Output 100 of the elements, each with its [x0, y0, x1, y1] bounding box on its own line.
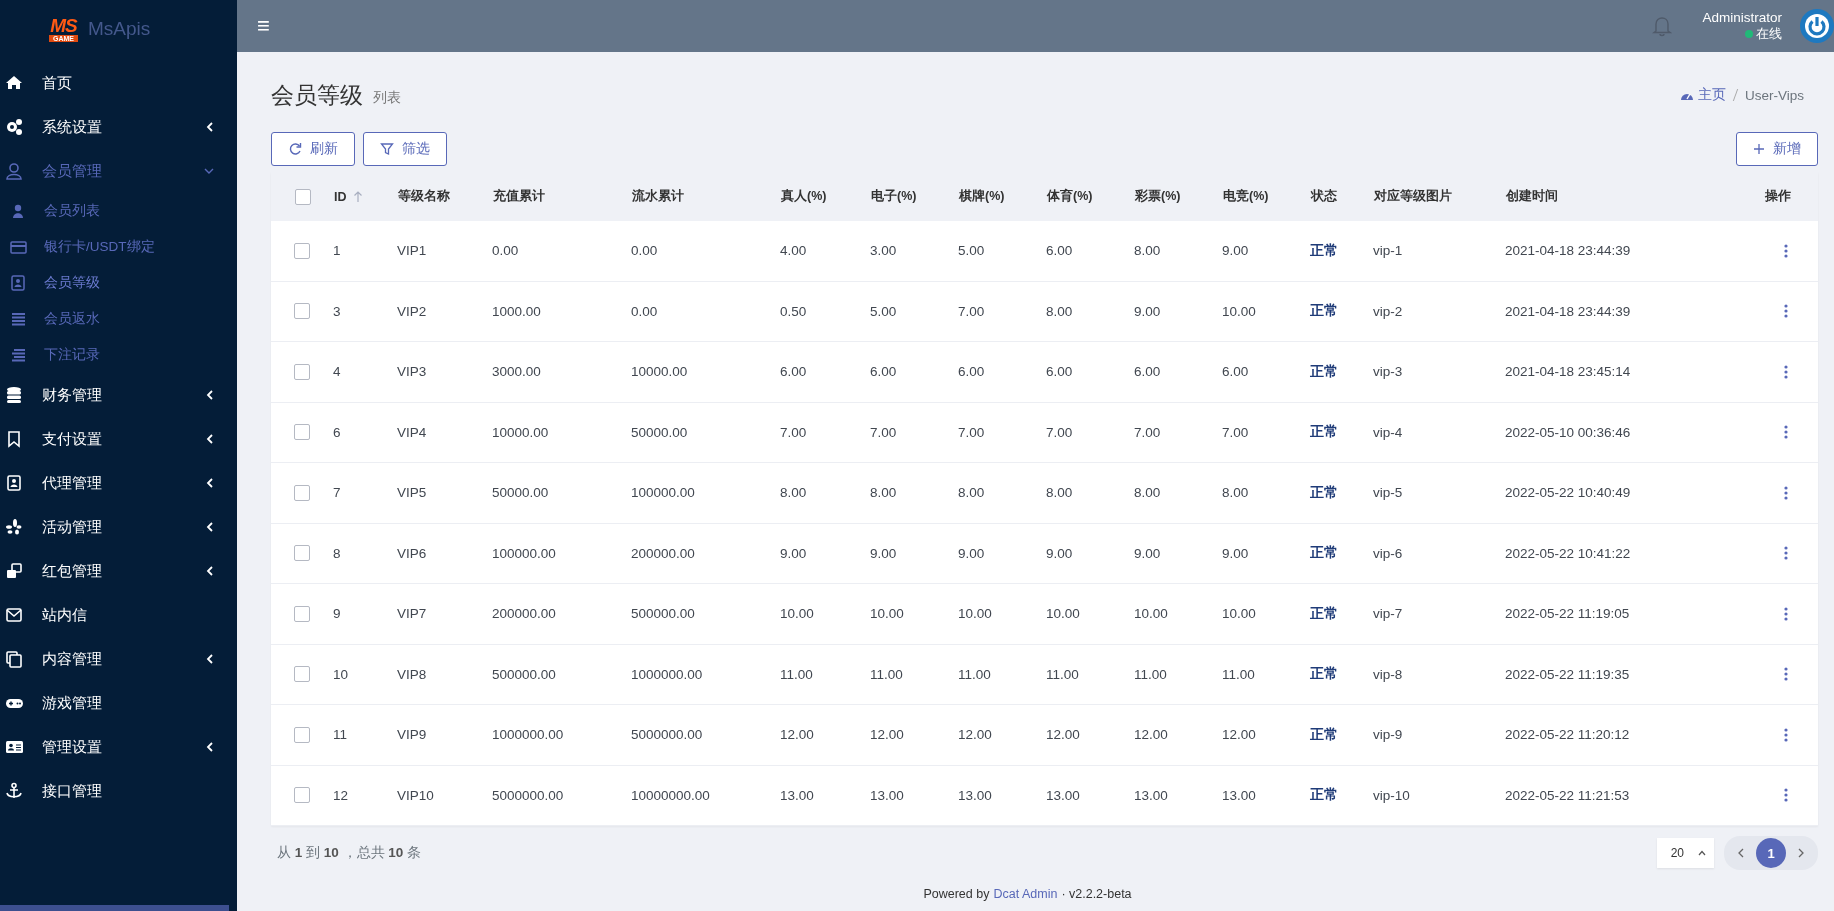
table-cell: 7.00: [780, 424, 807, 440]
column-header: 电子(%): [871, 188, 917, 205]
status-label: 正常: [1310, 423, 1338, 442]
table-cell: 10.00: [958, 606, 992, 622]
table-cell: VIP7: [397, 606, 427, 622]
contact-card-icon: [5, 474, 23, 492]
table-cell: vip-2: [1373, 303, 1403, 319]
sidebar-item[interactable]: 接口管理: [0, 769, 237, 813]
sidebar-item[interactable]: 管理设置: [0, 725, 237, 769]
list-icon: [10, 311, 27, 327]
status-label: 正常: [1310, 483, 1338, 502]
table-cell: 12.00: [958, 727, 992, 743]
page-button[interactable]: 1: [1756, 838, 1786, 868]
table-cell: 6.00: [1134, 364, 1161, 380]
table-cell: 5000000.00: [492, 787, 564, 803]
table-cell: 12.00: [1046, 727, 1080, 743]
sidebar-item[interactable]: 首页: [0, 61, 237, 105]
filter-icon: [380, 142, 394, 156]
table-cell: VIP2: [397, 303, 427, 319]
sidebar-item[interactable]: 站内信: [0, 593, 237, 637]
chevron-left-icon: [1738, 848, 1744, 858]
checkbox[interactable]: [294, 605, 310, 622]
column-header[interactable]: ID: [334, 189, 347, 204]
table-cell: vip-7: [1373, 606, 1403, 622]
footer-link[interactable]: Dcat Admin: [993, 886, 1058, 902]
toolbar-button[interactable]: 刷新: [271, 132, 355, 166]
checkbox[interactable]: [294, 424, 310, 441]
table-cell: 6.00: [1046, 243, 1073, 259]
table-cell: 11.00: [1046, 666, 1079, 682]
table-cell: vip-5: [1373, 485, 1403, 501]
user-name: Administrator: [1702, 9, 1782, 27]
table-cell: 8.00: [1134, 243, 1161, 259]
checkbox[interactable]: [294, 303, 310, 320]
table-cell: 8.00: [780, 485, 807, 501]
column-header: 充值累计: [493, 188, 545, 205]
table-cell: vip-8: [1373, 666, 1403, 682]
column-header: 对应等级图片: [1374, 188, 1452, 205]
sidebar-item[interactable]: 系统设置: [0, 105, 237, 149]
table-cell: 12: [333, 787, 349, 803]
table-cell: 100000.00: [492, 545, 556, 561]
column-header: 流水累计: [632, 188, 684, 205]
breadcrumb-current: User-Vips: [1744, 87, 1804, 103]
sidebar-item[interactable]: 游戏管理: [0, 681, 237, 725]
table-cell: 12.00: [1222, 727, 1256, 743]
checkbox[interactable]: [294, 666, 310, 683]
column-header: 体育(%): [1047, 188, 1093, 205]
breadcrumb-link[interactable]: 主页: [1679, 86, 1726, 104]
database-icon: [5, 386, 23, 404]
table-cell: 13.00: [780, 787, 814, 803]
table-cell: 8.00: [1046, 485, 1073, 501]
status-label: 正常: [1310, 302, 1338, 321]
sidebar-item[interactable]: 内容管理: [0, 637, 237, 681]
table-cell: 5000000.00: [631, 727, 703, 743]
table-cell: 8.00: [1222, 485, 1249, 501]
table-cell: 10.00: [1134, 606, 1168, 622]
table-cell: 7.00: [1046, 424, 1073, 440]
checkbox[interactable]: [294, 787, 310, 804]
table-cell: 500000.00: [492, 666, 556, 682]
table-cell: 9.00: [1134, 545, 1161, 561]
table-cell: 12.00: [870, 727, 904, 743]
sort-arrow-icon: [352, 190, 363, 203]
column-header: 等级名称: [398, 188, 450, 205]
column-header: 状态: [1311, 188, 1337, 205]
toolbar-button[interactable]: 筛选: [363, 132, 447, 166]
table-cell: 13.00: [1222, 787, 1256, 803]
table-cell: 7.00: [958, 424, 985, 440]
page-title: 会员等级: [271, 80, 363, 110]
sidebar-item[interactable]: 支付设置: [0, 417, 237, 461]
menu-button[interactable]: ≡: [253, 15, 274, 37]
status-label: 正常: [1310, 725, 1338, 744]
column-header: 操作: [1765, 188, 1791, 205]
table-cell: 10.00: [1222, 606, 1256, 622]
checkbox[interactable]: [294, 242, 310, 259]
checkbox[interactable]: [294, 484, 310, 501]
per-page-select[interactable]: 20: [1656, 838, 1714, 868]
checkbox[interactable]: [294, 726, 310, 743]
table-cell: 10000.00: [492, 424, 549, 440]
table-cell: 11.00: [870, 666, 903, 682]
checkbox[interactable]: [295, 188, 311, 205]
sidebar-item[interactable]: 财务管理: [0, 373, 237, 417]
table-cell: 0.00: [631, 303, 658, 319]
checkbox[interactable]: [294, 545, 310, 562]
more-icon: [1784, 788, 1788, 803]
table-cell: 2022-05-22 10:41:22: [1505, 545, 1631, 561]
sidebar-subitem[interactable]: 会员等级: [0, 265, 237, 301]
table-cell: 2022-05-10 00:36:46: [1505, 424, 1631, 440]
table-cell: 12.00: [780, 727, 814, 743]
table-cell: 8.00: [958, 485, 985, 501]
stack-icon: [10, 347, 27, 363]
sidebar-item[interactable]: 红包管理: [0, 549, 237, 593]
copy-icon: [5, 650, 23, 668]
sidebar-item[interactable]: 代理管理: [0, 461, 237, 505]
create-button[interactable]: 新增: [1736, 132, 1818, 166]
more-icon: [1784, 667, 1788, 682]
sidebar-item[interactable]: 活动管理: [0, 505, 237, 549]
pagination-summary: 从 1 到 10 ，总共 10 条: [277, 844, 422, 862]
anchor-icon: [5, 782, 23, 800]
table-cell: 10.00: [1046, 606, 1080, 622]
checkbox[interactable]: [294, 363, 310, 380]
table-cell: 13.00: [1046, 787, 1080, 803]
